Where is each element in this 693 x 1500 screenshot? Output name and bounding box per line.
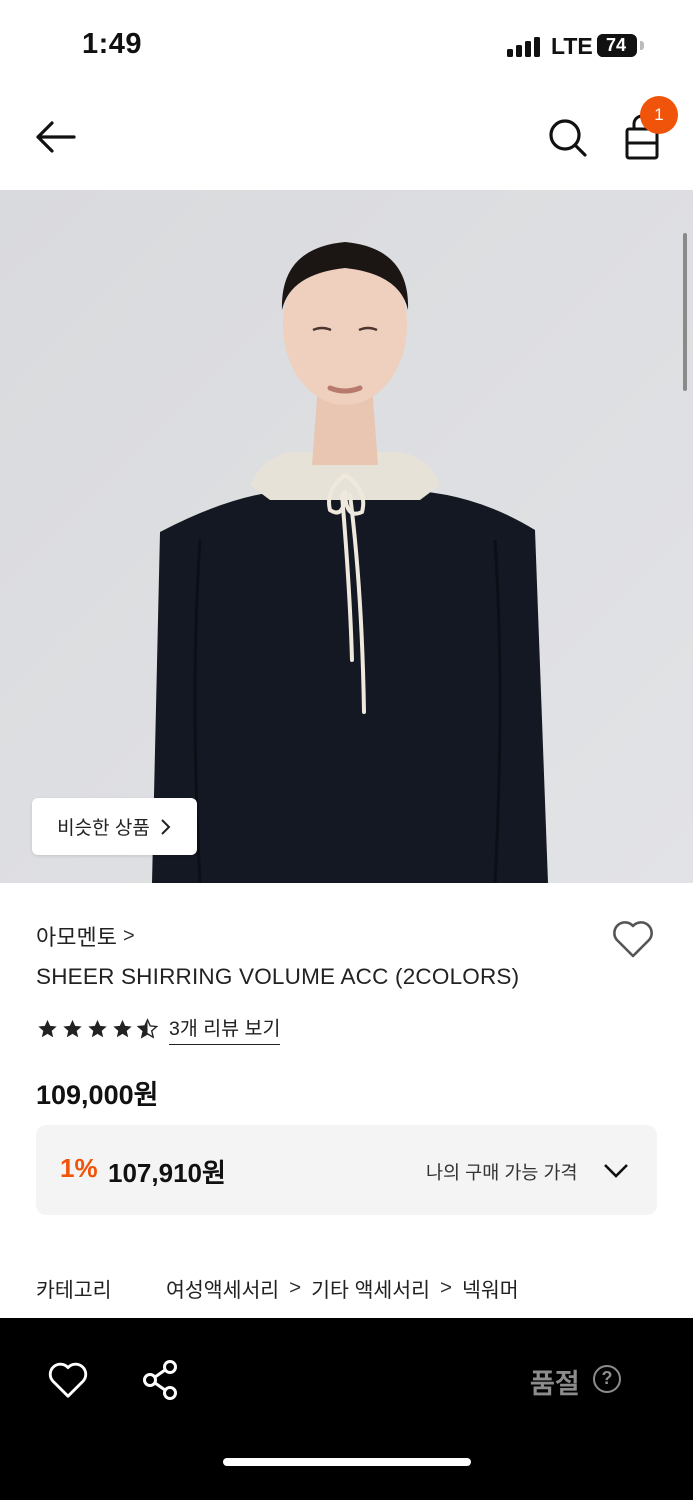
heart-icon [613, 921, 653, 958]
network-type: LTE [551, 33, 593, 59]
cart-count-badge: 1 [640, 96, 678, 134]
chevron-right-icon: > [440, 1276, 452, 1299]
brand-name: 아모멘토 [36, 925, 117, 950]
product-photo [0, 190, 693, 883]
bottom-action-bar: 품절 ? [0, 1318, 693, 1500]
category-label: 카테고리 [36, 1279, 112, 1302]
heart-icon [48, 1362, 88, 1398]
chevron-right-icon [161, 818, 171, 835]
share-button[interactable] [140, 1358, 180, 1402]
star-icon [38, 1019, 57, 1037]
help-icon[interactable]: ? [593, 1365, 621, 1393]
my-price-label: 나의 구매 가능 가격 [426, 1162, 578, 1183]
like-button[interactable] [610, 918, 656, 960]
home-indicator [223, 1458, 471, 1466]
status-bar: 1:49 LTE 74 [0, 0, 693, 92]
star-rating [36, 1017, 159, 1040]
category-link[interactable]: 기타 액세서리 [311, 1273, 430, 1303]
brand-link[interactable]: 아모멘토 > [36, 920, 135, 952]
battery-icon: 74 [597, 34, 637, 57]
signal-icon [507, 35, 543, 57]
category-link[interactable]: 여성액세서리 [166, 1273, 279, 1303]
chevron-down-icon [604, 1164, 628, 1178]
sold-out-label: 품절 [530, 1369, 580, 1399]
similar-products-label: 비슷한 상품 [57, 818, 150, 839]
rating-row: 3개 리뷰 보기 [36, 1012, 281, 1045]
battery-tip [640, 41, 644, 50]
product-price: 109,000원 [36, 1080, 159, 1110]
category-link[interactable]: 넥워머 [462, 1273, 519, 1303]
star-icon [63, 1019, 82, 1037]
product-title: SHEER SHIRRING VOLUME ACC (2COLORS) [36, 964, 520, 989]
search-button[interactable] [540, 112, 596, 162]
review-link[interactable]: 3개 리뷰 보기 [169, 1012, 281, 1045]
discount-rate: 1% [60, 1153, 98, 1183]
nav-header [0, 92, 693, 190]
star-icon [88, 1019, 107, 1037]
image-scrollbar[interactable] [683, 233, 687, 391]
back-button[interactable] [30, 112, 86, 162]
product-detail-screen: { "status_bar": { "time": "1:49", "netwo… [0, 0, 693, 1500]
share-icon [143, 1360, 177, 1400]
status-time: 1:49 [82, 28, 143, 60]
bottom-like-button[interactable] [46, 1360, 90, 1400]
chevron-right-icon: > [289, 1276, 302, 1299]
star-icon [113, 1019, 132, 1037]
breadcrumb: 여성액세서리 > 기타 액세서리 > 넥워머 [166, 1273, 519, 1303]
half-star-icon [136, 1017, 159, 1039]
arrow-left-icon [36, 121, 76, 153]
my-price-box[interactable]: 1% 107,910원 나의 구매 가능 가격 [36, 1125, 657, 1215]
product-image[interactable] [0, 190, 693, 883]
chevron-right-icon: > [122, 924, 135, 947]
similar-products-button[interactable]: 비슷한 상품 [32, 798, 197, 855]
search-icon [549, 119, 587, 157]
battery-percent: 74 [605, 35, 627, 55]
discount-price: 107,910원 [108, 1158, 226, 1188]
